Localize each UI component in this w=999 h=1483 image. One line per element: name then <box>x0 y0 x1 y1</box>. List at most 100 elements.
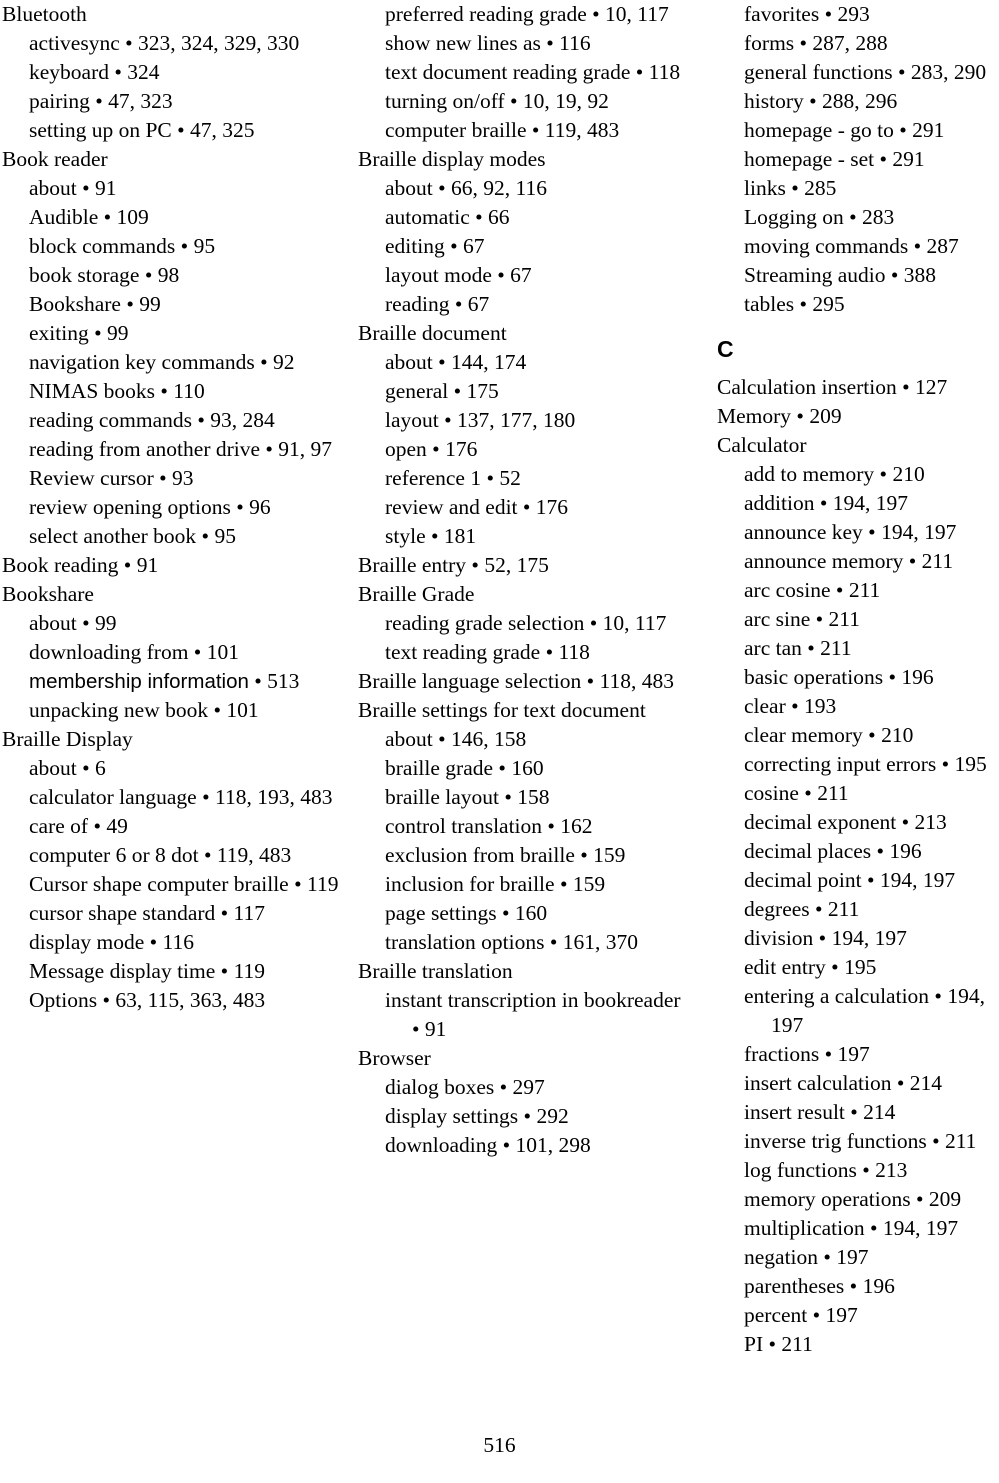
index-entry-sub: moving commands • 287 <box>744 234 959 258</box>
index-entry-sub: book storage • 98 <box>29 263 180 287</box>
index-entry-sub: forms • 287, 288 <box>744 31 888 55</box>
index-entry-sub: select another book • 95 <box>29 524 236 548</box>
index-entry-sub: decimal point • 194, 197 <box>744 868 956 892</box>
index-entry-sub: arc tan • 211 <box>744 636 852 660</box>
index-entry-sub: add to memory • 210 <box>744 462 925 486</box>
page-number: 516 <box>483 1433 516 1457</box>
index-entry-locator: • 513 <box>248 669 300 693</box>
index-entry-sub: page settings • 160 <box>385 901 548 925</box>
index-column-1: Bluetooth activesync • 323, 324, 329, 330… <box>0 0 350 1015</box>
index-entry-sub: automatic • 66 <box>385 205 510 229</box>
index-entry-main: Browser <box>358 1046 431 1070</box>
index-entry-main: Braille settings for text document <box>358 698 646 722</box>
index-entry-sub: tables • 295 <box>744 292 845 316</box>
index-entry-sub: memory operations • 209 <box>744 1187 962 1211</box>
index-entry-sub: translation options • 161, 370 <box>385 930 638 954</box>
index-entry-main: Braille Grade <box>358 582 475 606</box>
index-entry-sub: PI • 211 <box>744 1332 813 1356</box>
index-entry-sub: editing • 67 <box>385 234 485 258</box>
index-entry-sub: about • 146, 158 <box>385 727 527 751</box>
index-entry-sub: arc cosine • 211 <box>744 578 881 602</box>
index-entry-sub: care of • 49 <box>29 814 128 838</box>
index-entry-sub: Streaming audio • 388 <box>744 263 937 287</box>
index-entry-sub: turning on/off • 10, 19, 92 <box>385 89 609 113</box>
index-entry-main: Calculation insertion • 127 <box>717 375 948 399</box>
index-entry-sub: computer 6 or 8 dot • 119, 483 <box>29 843 292 867</box>
index-entry-sub: Options • 63, 115, 363, 483 <box>29 988 266 1012</box>
index-entry-main: Bookshare <box>2 582 94 606</box>
index-entry-sub: review and edit • 176 <box>385 495 569 519</box>
index-entry-main: Book reader <box>2 147 108 171</box>
index-entry-sub: reading • 67 <box>385 292 490 316</box>
index-entry-sub: decimal places • 196 <box>744 839 922 863</box>
index-entry-sub: general • 175 <box>385 379 499 403</box>
index-entry-sub: review opening options • 96 <box>29 495 271 519</box>
index-entry-main: Braille Display <box>2 727 133 751</box>
index-entry-main: Book reading • 91 <box>2 553 159 577</box>
index-column-3: favorites • 293 forms • 287, 288 general f… <box>700 0 999 1359</box>
index-entry-sub: exiting • 99 <box>29 321 129 345</box>
index-entry-main: Calculator <box>717 433 807 457</box>
index-entry-sub: pairing • 47, 323 <box>29 89 173 113</box>
index-entry-sub: about • 6 <box>29 756 106 780</box>
index-entry-sub: layout • 137, 177, 180 <box>385 408 576 432</box>
index-entry-sub: navigation key commands • 92 <box>29 350 295 374</box>
index-entry-sub: cursor shape standard • 117 <box>29 901 265 925</box>
index-entry-main: Braille display modes <box>358 147 546 171</box>
index-entry-sub: open • 176 <box>385 437 478 461</box>
index-entry-sub: text reading grade • 118 <box>385 640 590 664</box>
index-entry-sub: Audible • 109 <box>29 205 149 229</box>
index-entry-sub: homepage - go to • 291 <box>744 118 945 142</box>
index-entry-sub: reading commands • 93, 284 <box>29 408 275 432</box>
index-entry-sub: arc sine • 211 <box>744 607 860 631</box>
index-entry-sub: clear memory • 210 <box>744 723 914 747</box>
index-entry-sub: downloading from • 101 <box>29 640 239 664</box>
index-entry-sub: about • 66, 92, 116 <box>385 176 547 200</box>
index-entry-sub: cosine • 211 <box>744 781 849 805</box>
index-letter-heading: C <box>717 336 734 362</box>
index-column-2: preferred reading grade • 10, 117 show ne… <box>350 0 700 1160</box>
index-entry-main: Braille translation <box>358 959 513 983</box>
index-entry-sub: text document reading grade • 118 <box>385 60 681 84</box>
index-entry-sub: general functions • 283, 290 <box>744 60 987 84</box>
index-entry-sub: percent • 197 <box>744 1303 858 1327</box>
index-entry-sub: NIMAS books • 110 <box>29 379 205 403</box>
index-entry-sub: announce key • 194, 197 <box>744 520 957 544</box>
index-entry-sub: history • 288, 296 <box>744 89 898 113</box>
index-entry-sub: degrees • 211 <box>744 897 860 921</box>
index-entry-sub: negation • 197 <box>744 1245 869 1269</box>
index-entry-sub: inverse trig functions • 211 <box>744 1129 977 1153</box>
index-columns: Bluetooth activesync • 323, 324, 329, 330… <box>0 0 999 1420</box>
index-entry-sub: display mode • 116 <box>29 930 194 954</box>
index-entry-sub: favorites • 293 <box>744 2 870 26</box>
index-entry-sub: reading from another drive • 91, 97 <box>29 437 333 461</box>
index-entry-sub: clear • 193 <box>744 694 837 718</box>
index-entry-sub: announce memory • 211 <box>744 549 954 573</box>
index-entry-sub: dialog boxes • 297 <box>385 1075 545 1099</box>
index-entry-sub: insert result • 214 <box>744 1100 896 1124</box>
index-entry-sub: addition • 194, 197 <box>744 491 908 515</box>
index-entry-sub: preferred reading grade • 10, 117 <box>385 2 669 26</box>
index-entry-main: Braille entry • 52, 175 <box>358 553 549 577</box>
index-entry-sub: inclusion for braille • 159 <box>385 872 606 896</box>
index-entry-sub: log functions • 213 <box>744 1158 908 1182</box>
index-entry-main: Braille language selection • 118, 483 <box>358 669 675 693</box>
index-entry-main: Braille document <box>358 321 507 345</box>
index-entry-sub: membership information • 513 <box>2 667 342 696</box>
index-entry-sub: setting up on PC • 47, 325 <box>29 118 255 142</box>
index-page: Bluetooth activesync • 323, 324, 329, 330… <box>0 0 999 1483</box>
index-entry-sub: multiplication • 194, 197 <box>744 1216 959 1240</box>
index-entry-sub: control translation • 162 <box>385 814 593 838</box>
index-entry-sub: decimal exponent • 213 <box>744 810 947 834</box>
index-entry-sub: division • 194, 197 <box>744 926 907 950</box>
index-entry-sub: fractions • 197 <box>744 1042 870 1066</box>
index-entry-sub: reading grade selection • 10, 117 <box>385 611 667 635</box>
index-entry-sub: show new lines as • 116 <box>385 31 591 55</box>
index-entry-sub: basic operations • 196 <box>744 665 934 689</box>
index-entry-sub: Review cursor • 93 <box>29 466 194 490</box>
index-entry-sub: about • 144, 174 <box>385 350 527 374</box>
index-entry-sub: display settings • 292 <box>385 1104 569 1128</box>
index-entry-sub: homepage - set • 291 <box>744 147 925 171</box>
index-entry-sub: computer braille • 119, 483 <box>385 118 620 142</box>
index-entry-sub: style • 181 <box>385 524 477 548</box>
